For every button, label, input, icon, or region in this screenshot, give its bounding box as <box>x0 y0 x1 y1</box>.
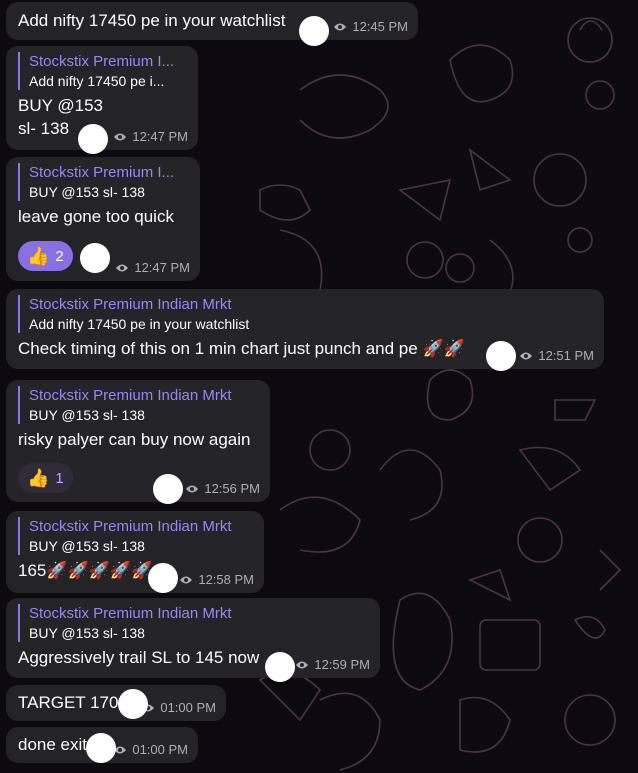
message-meta: 12:56 PM <box>185 481 260 496</box>
reply-preview[interactable]: Stockstix Premium Indian Mrkt BUY @153 s… <box>18 517 252 555</box>
eye-icon <box>116 264 129 271</box>
reply-text: BUY @153 sl- 138 <box>29 625 145 641</box>
message-bubble[interactable]: TARGET 170 01:00 PM <box>6 685 226 721</box>
reply-text: BUY @153 sl- 138 <box>29 407 145 423</box>
redaction-dot <box>486 341 516 371</box>
reply-preview[interactable]: Stockstix Premium I... Add nifty 17450 p… <box>18 52 186 90</box>
message-meta: 12:51 PM <box>519 348 594 363</box>
reply-preview[interactable]: Stockstix Premium I... BUY @153 sl- 138 <box>18 163 188 201</box>
reaction-count: 2 <box>55 247 64 265</box>
reply-preview[interactable]: Stockstix Premium Indian Mrkt BUY @153 s… <box>18 604 368 642</box>
reply-preview[interactable]: Stockstix Premium Indian Mrkt Add nifty … <box>18 295 592 333</box>
thumbs-up-icon: 👍 <box>27 468 50 488</box>
reaction-thumbs-up[interactable]: 👍 2 <box>18 241 73 271</box>
message-time: 12:51 PM <box>538 348 594 363</box>
reply-title: Stockstix Premium Indian Mrkt <box>29 296 232 313</box>
message-time: 12:47 PM <box>132 129 188 144</box>
reply-title: Stockstix Premium Indian Mrkt <box>29 387 232 404</box>
message-text: leave gone too quick <box>18 207 174 226</box>
redaction-dot <box>265 652 295 682</box>
message-time: 12:58 PM <box>198 572 254 587</box>
reply-preview[interactable]: Stockstix Premium Indian Mrkt BUY @153 s… <box>18 386 258 424</box>
reaction-count: 1 <box>55 469 64 487</box>
message-meta: 12:58 PM <box>179 572 254 587</box>
message-meta: 01:00 PM <box>141 700 216 715</box>
eye-icon <box>334 23 347 30</box>
message-time: 12:47 PM <box>134 260 190 275</box>
message-text: BUY @153 <box>18 96 103 115</box>
message-time: 01:00 PM <box>160 700 216 715</box>
redaction-dot <box>78 124 108 154</box>
redaction-dot <box>148 563 178 593</box>
message-meta: 12:45 PM <box>333 19 408 34</box>
message-meta: 01:00 PM <box>113 742 188 757</box>
message-bubble[interactable]: Stockstix Premium Indian Mrkt BUY @153 s… <box>6 598 380 678</box>
eye-icon <box>186 485 199 492</box>
eye-icon <box>114 133 127 140</box>
message-time: 12:56 PM <box>204 481 260 496</box>
reaction-thumbs-up[interactable]: 👍 1 <box>18 463 73 493</box>
message-time: 01:00 PM <box>132 742 188 757</box>
reply-title: Stockstix Premium I... <box>29 164 175 181</box>
message-meta: 12:59 PM <box>295 657 370 672</box>
eye-icon <box>520 352 533 359</box>
eye-icon <box>180 576 193 583</box>
message-bubble[interactable]: Stockstix Premium Indian Mrkt BUY @153 s… <box>6 511 264 593</box>
redaction-dot <box>118 689 148 719</box>
message-time: 12:59 PM <box>314 657 370 672</box>
message-meta: 12:47 PM <box>115 260 190 275</box>
thumbs-up-icon: 👍 <box>27 246 50 266</box>
reply-text: BUY @153 sl- 138 <box>29 184 145 200</box>
redaction-dot <box>80 243 110 273</box>
eye-icon <box>296 661 309 668</box>
reply-text: Add nifty 17450 pe in your watchlist <box>29 316 250 332</box>
message-time: 12:45 PM <box>352 19 408 34</box>
message-text: risky palyer can buy now again <box>18 430 251 449</box>
reply-title: Stockstix Premium Indian Mrkt <box>29 605 232 622</box>
redaction-dot <box>153 474 183 504</box>
redaction-dot <box>299 16 329 46</box>
redaction-dot <box>86 733 116 763</box>
reply-title: Stockstix Premium Indian Mrkt <box>29 518 232 535</box>
message-meta: 12:47 PM <box>113 129 188 144</box>
reply-text: Add nifty 17450 pe i... <box>29 73 165 89</box>
reply-text: BUY @153 sl- 138 <box>29 538 145 554</box>
message-bubble[interactable]: Add nifty 17450 pe in your watchlist 12:… <box>6 2 418 40</box>
reply-title: Stockstix Premium I... <box>29 53 175 70</box>
